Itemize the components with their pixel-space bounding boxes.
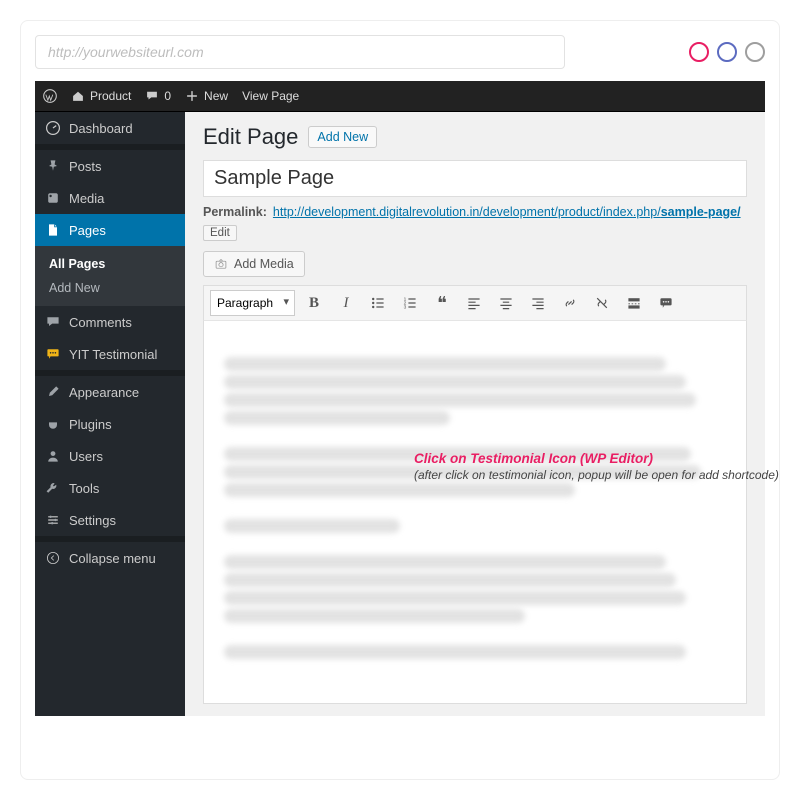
sidebar-item-settings[interactable]: Settings xyxy=(35,504,185,536)
browser-chrome xyxy=(35,35,765,69)
blockquote-button[interactable]: ❝ xyxy=(429,290,455,316)
comment-icon xyxy=(145,89,159,103)
new-content-link[interactable]: New xyxy=(185,89,228,103)
ol-icon: 123 xyxy=(402,295,418,311)
comment-icon xyxy=(45,314,61,330)
format-select[interactable]: Paragraph xyxy=(210,290,295,316)
sidebar-item-yit-testimonial[interactable]: YIT Testimonial xyxy=(35,338,185,370)
sidebar-item-posts[interactable]: Posts xyxy=(35,150,185,182)
home-icon xyxy=(71,89,85,103)
sidebar-item-label: YIT Testimonial xyxy=(69,347,157,362)
svg-text:3: 3 xyxy=(404,305,407,311)
gauge-icon xyxy=(45,120,61,136)
chat-icon xyxy=(45,346,61,362)
read-more-button[interactable] xyxy=(621,290,647,316)
add-new-button[interactable]: Add New xyxy=(308,126,377,148)
align-center-button[interactable] xyxy=(493,290,519,316)
plus-icon xyxy=(185,89,199,103)
italic-button[interactable]: I xyxy=(333,290,359,316)
pages-submenu: All Pages Add New xyxy=(35,246,185,306)
submenu-add-new[interactable]: Add New xyxy=(35,276,185,300)
sidebar-item-label: Comments xyxy=(69,315,132,330)
sliders-icon xyxy=(45,512,61,528)
wrench-icon xyxy=(45,480,61,496)
wp-admin-bar: Product 0 New View Page xyxy=(35,81,765,111)
site-name-link[interactable]: Product xyxy=(71,89,131,103)
post-title-input[interactable] xyxy=(203,160,747,197)
sidebar-item-label: Media xyxy=(69,191,104,206)
align-left-button[interactable] xyxy=(461,290,487,316)
collapse-menu[interactable]: Collapse menu xyxy=(35,542,185,574)
sidebar-item-tools[interactable]: Tools xyxy=(35,472,185,504)
testimonial-icon xyxy=(658,295,674,311)
page-icon xyxy=(45,222,61,238)
add-media-button[interactable]: Add Media xyxy=(203,251,305,277)
sidebar-item-label: Pages xyxy=(69,223,106,238)
wordpress-icon xyxy=(43,89,57,103)
window-dots xyxy=(689,42,765,62)
submenu-all-pages[interactable]: All Pages xyxy=(35,252,185,276)
sidebar-item-pages[interactable]: Pages xyxy=(35,214,185,246)
brush-icon xyxy=(45,384,61,400)
ul-icon xyxy=(370,295,386,311)
editor-content[interactable]: Click on Testimonial Icon (WP Editor) (a… xyxy=(203,320,747,704)
unlink-icon xyxy=(594,295,610,311)
sidebar-item-label: Tools xyxy=(69,481,99,496)
sidebar-item-users[interactable]: Users xyxy=(35,440,185,472)
add-media-label: Add Media xyxy=(234,257,294,271)
wp-logo[interactable] xyxy=(43,89,57,103)
sidebar-item-label: Dashboard xyxy=(69,121,133,136)
url-input[interactable] xyxy=(35,35,565,69)
admin-sidebar: Dashboard Posts Media Pages xyxy=(35,112,185,716)
sidebar-item-comments[interactable]: Comments xyxy=(35,306,185,338)
dot-max xyxy=(745,42,765,62)
bold-button[interactable]: B xyxy=(301,290,327,316)
media-icon xyxy=(45,190,61,206)
number-list-button[interactable]: 123 xyxy=(397,290,423,316)
camera-icon xyxy=(214,257,228,271)
comments-count: 0 xyxy=(164,89,171,103)
sidebar-item-media[interactable]: Media xyxy=(35,182,185,214)
sidebar-item-label: Settings xyxy=(69,513,116,528)
sidebar-item-plugins[interactable]: Plugins xyxy=(35,408,185,440)
sidebar-item-label: Appearance xyxy=(69,385,139,400)
collapse-label: Collapse menu xyxy=(69,551,156,566)
comments-link[interactable]: 0 xyxy=(145,89,171,103)
page-heading: Edit Page xyxy=(203,124,298,150)
edit-permalink-button[interactable]: Edit xyxy=(203,225,237,241)
unlink-button[interactable] xyxy=(589,290,615,316)
testimonial-button[interactable] xyxy=(653,290,679,316)
dot-close xyxy=(689,42,709,62)
pin-icon xyxy=(45,158,61,174)
link-button[interactable] xyxy=(557,290,583,316)
permalink-label: Permalink: xyxy=(203,205,267,219)
dot-min xyxy=(717,42,737,62)
permalink-url[interactable]: http://development.digitalrevolution.in/… xyxy=(273,205,741,219)
more-icon xyxy=(626,295,642,311)
sidebar-item-label: Plugins xyxy=(69,417,112,432)
sidebar-item-label: Users xyxy=(69,449,103,464)
editor-toolbar: Paragraph B I 123 ❝ xyxy=(203,285,747,320)
sidebar-item-dashboard[interactable]: Dashboard xyxy=(35,112,185,144)
sidebar-item-appearance[interactable]: Appearance xyxy=(35,376,185,408)
sidebar-item-label: Posts xyxy=(69,159,102,174)
editor-main: Edit Page Add New Permalink: http://deve… xyxy=(185,112,765,716)
link-icon xyxy=(562,295,578,311)
collapse-icon xyxy=(45,550,61,566)
align-left-icon xyxy=(466,295,482,311)
site-name: Product xyxy=(90,89,131,103)
new-label: New xyxy=(204,89,228,103)
permalink-row: Permalink: http://development.digitalrev… xyxy=(203,205,747,241)
bullet-list-button[interactable] xyxy=(365,290,391,316)
plug-icon xyxy=(45,416,61,432)
user-icon xyxy=(45,448,61,464)
align-right-icon xyxy=(530,295,546,311)
align-center-icon xyxy=(498,295,514,311)
view-page-link[interactable]: View Page xyxy=(242,89,299,103)
wp-body: Dashboard Posts Media Pages xyxy=(35,111,765,716)
align-right-button[interactable] xyxy=(525,290,551,316)
